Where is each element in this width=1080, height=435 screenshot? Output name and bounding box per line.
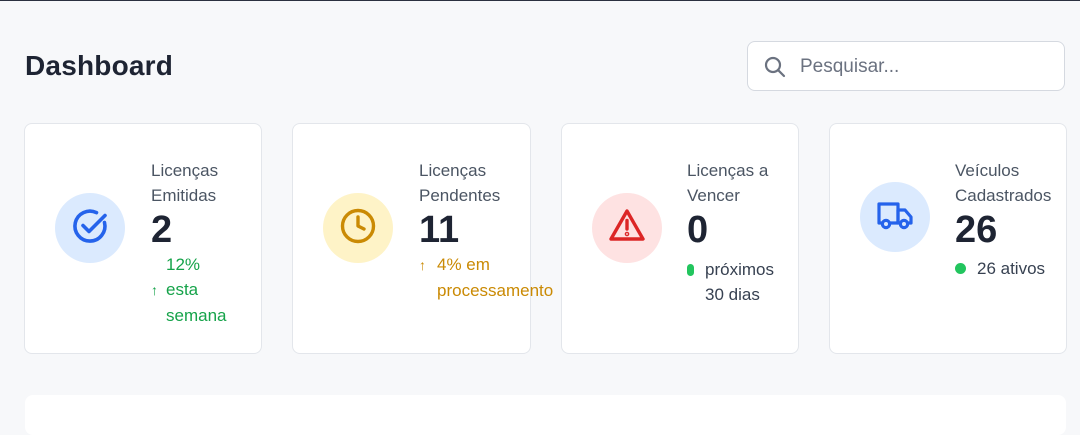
search-box[interactable] bbox=[747, 41, 1065, 91]
stat-value: 26 bbox=[955, 209, 998, 251]
page-title: Dashboard bbox=[25, 50, 174, 81]
truck-icon bbox=[874, 194, 916, 241]
arrow-up-icon: ↑ bbox=[419, 257, 426, 273]
stat-label: Veículos Cadastrados bbox=[955, 161, 1052, 205]
stat-value: 2 bbox=[151, 209, 173, 251]
stat-card-licencas-a-vencer[interactable]: Licenças a Vencer 0 próximos 30 dias bbox=[561, 123, 799, 354]
content-panel bbox=[25, 395, 1066, 435]
status-dot bbox=[955, 263, 966, 274]
stat-icon-circle bbox=[323, 193, 393, 263]
stat-trend: ↑ 4% em processamento bbox=[419, 255, 554, 300]
search-input[interactable] bbox=[798, 50, 1057, 84]
stat-status: próximos 30 dias bbox=[687, 257, 774, 307]
stat-card-veiculos-cadastrados[interactable]: Veículos Cadastrados 26 26 ativos bbox=[829, 123, 1067, 354]
stat-status: 26 ativos bbox=[955, 256, 1045, 281]
stat-label: Licenças Pendentes bbox=[419, 161, 501, 205]
stat-value: 0 bbox=[687, 209, 709, 251]
clock-icon bbox=[337, 205, 379, 252]
stat-value: 11 bbox=[419, 209, 460, 251]
stat-trend: 12% ↑ esta semana bbox=[151, 255, 227, 325]
check-circle-icon bbox=[69, 205, 111, 252]
stat-card-licencas-emitidas[interactable]: Licenças Emitidas 2 12% ↑ esta semana bbox=[24, 123, 262, 354]
arrow-up-icon: ↑ bbox=[151, 282, 158, 298]
status-dot bbox=[687, 264, 694, 276]
stat-label: Licenças Emitidas bbox=[151, 161, 219, 205]
stat-card-licencas-pendentes[interactable]: Licenças Pendentes 11 ↑ 4% em processamen… bbox=[292, 123, 553, 354]
stat-icon-circle bbox=[592, 193, 662, 263]
stat-icon-circle bbox=[55, 193, 125, 263]
warning-triangle-icon bbox=[606, 205, 648, 252]
stat-label: Licenças a Vencer bbox=[687, 161, 769, 205]
stat-icon-circle bbox=[860, 182, 930, 252]
top-border bbox=[0, 0, 1080, 1]
search-icon bbox=[763, 55, 787, 79]
